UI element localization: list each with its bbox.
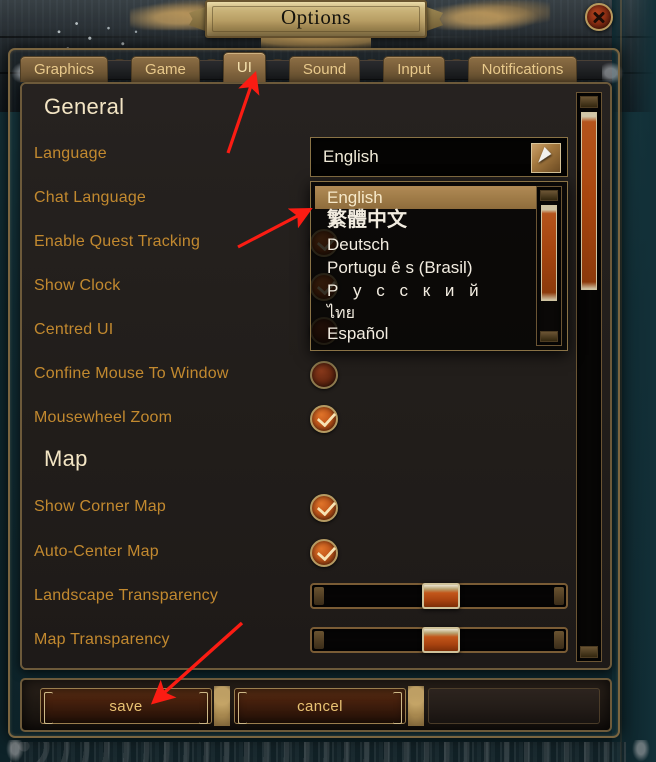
tab-game[interactable]: Game xyxy=(131,56,200,82)
tab-ui-label: UI xyxy=(236,59,252,76)
footer-divider-ornament-icon xyxy=(214,686,230,726)
bottom-filigree-decoration xyxy=(10,742,626,762)
filigree-corner-left-icon xyxy=(6,740,24,762)
cancel-button[interactable]: cancel xyxy=(234,688,406,724)
slider-handle-landscape-transparency[interactable] xyxy=(422,583,460,609)
tabbar-ornament-right-icon xyxy=(602,62,624,84)
section-title-map: Map xyxy=(44,446,88,471)
dropdown-option-spanish[interactable]: Español xyxy=(315,322,537,345)
option-label-language: Language xyxy=(34,145,107,162)
options-panel-inner: General Language Chat Language Enable Qu… xyxy=(22,84,610,668)
option-row-confine-mouse-to-window: Confine Mouse To Window xyxy=(22,359,610,389)
tab-graphics-label: Graphics xyxy=(34,61,95,78)
dropdown-option-russian[interactable]: Р у с с к и й xyxy=(315,279,537,302)
dropdown-scroll-down-cap[interactable] xyxy=(540,331,558,342)
save-button-label: save xyxy=(109,697,143,715)
slider-handle-map-transparency[interactable] xyxy=(422,627,460,653)
save-button[interactable]: save xyxy=(40,688,212,724)
tab-input-label: Input xyxy=(397,61,431,78)
slider-map-transparency[interactable] xyxy=(310,627,568,653)
panel-scroll-up-cap[interactable] xyxy=(580,96,598,108)
option-row-auto-center-map: Auto-Center Map xyxy=(22,537,610,567)
panel-scroll-down-cap[interactable] xyxy=(580,646,598,658)
tab-input[interactable]: Input xyxy=(383,56,445,82)
footer-empty-slot xyxy=(428,688,600,724)
dropdown-option-deutsch[interactable]: Deutsch xyxy=(315,233,537,256)
option-row-show-corner-map: Show Corner Map xyxy=(22,492,610,522)
wall-ornament-right-icon xyxy=(430,0,550,30)
toggle-auto-center-map[interactable] xyxy=(310,539,338,567)
dropdown-scrollbar[interactable] xyxy=(536,186,562,346)
toggle-mousewheel-zoom[interactable] xyxy=(310,405,338,433)
close-x-icon xyxy=(587,5,611,29)
option-label-show-clock: Show Clock xyxy=(34,277,121,294)
panel-scrollbar[interactable] xyxy=(576,92,602,662)
option-row-map-transparency: Map Transparency xyxy=(22,625,610,655)
dropdown-language[interactable]: English xyxy=(310,137,568,177)
tab-sound-label: Sound xyxy=(302,61,347,78)
tab-sound[interactable]: Sound xyxy=(288,56,361,82)
close-button[interactable] xyxy=(585,3,613,31)
option-label-chat-language: Chat Language xyxy=(34,189,147,206)
option-label-map-transparency: Map Transparency xyxy=(34,631,170,648)
slider-landscape-transparency[interactable] xyxy=(310,583,568,609)
tab-game-label: Game xyxy=(145,61,186,78)
dropdown-scroll-thumb[interactable] xyxy=(541,205,557,301)
option-row-mousewheel-zoom: Mousewheel Zoom xyxy=(22,403,610,433)
footer-bar: save cancel xyxy=(20,678,612,732)
title-bar: Options xyxy=(189,0,443,52)
option-label-centred-ui: Centred UI xyxy=(34,321,114,338)
footer-divider-ornament-icon xyxy=(408,686,424,726)
dropdown-option-chinese[interactable]: 繁體中文 xyxy=(315,209,537,232)
option-label-enable-quest-tracking: Enable Quest Tracking xyxy=(34,233,201,250)
dropdown-language-list: English 繁體中文 Deutsch Portugu ê s (Brasil… xyxy=(310,181,568,351)
option-label-show-corner-map: Show Corner Map xyxy=(34,498,166,515)
dropdown-option-portuguese[interactable]: Portugu ê s (Brasil) xyxy=(315,256,537,279)
tab-ui[interactable]: UI xyxy=(222,52,266,82)
section-title-general: General xyxy=(44,94,125,119)
option-row-landscape-transparency: Landscape Transparency xyxy=(22,581,610,611)
dropdown-language-value: English xyxy=(323,147,379,166)
options-panel: General Language Chat Language Enable Qu… xyxy=(20,82,612,670)
option-label-mousewheel-zoom: Mousewheel Zoom xyxy=(34,409,173,426)
option-label-confine-mouse-to-window: Confine Mouse To Window xyxy=(34,365,229,382)
dropdown-scroll-up-cap[interactable] xyxy=(540,190,558,201)
tab-graphics[interactable]: Graphics xyxy=(20,56,109,82)
option-label-auto-center-map: Auto-Center Map xyxy=(34,543,159,560)
options-window: Graphics Game UI Sound Input Notificatio… xyxy=(8,48,624,738)
tab-notifications-label: Notifications xyxy=(481,61,564,78)
tab-bar: Graphics Game UI Sound Input Notificatio… xyxy=(8,52,624,87)
dropdown-option-english[interactable]: English xyxy=(315,186,537,209)
option-label-landscape-transparency: Landscape Transparency xyxy=(34,587,219,604)
toggle-show-corner-map[interactable] xyxy=(310,494,338,522)
filigree-corner-right-icon xyxy=(632,740,650,762)
game-options-screen: Options Graphics Game UI Sound Input Not… xyxy=(0,0,656,762)
cursor-pointer-icon[interactable] xyxy=(531,143,561,173)
tab-notifications[interactable]: Notifications xyxy=(467,56,578,82)
toggle-confine-mouse-to-window[interactable] xyxy=(310,361,338,389)
cancel-button-label: cancel xyxy=(297,697,343,715)
page-title: Options xyxy=(280,5,351,29)
panel-scroll-thumb[interactable] xyxy=(581,112,597,290)
